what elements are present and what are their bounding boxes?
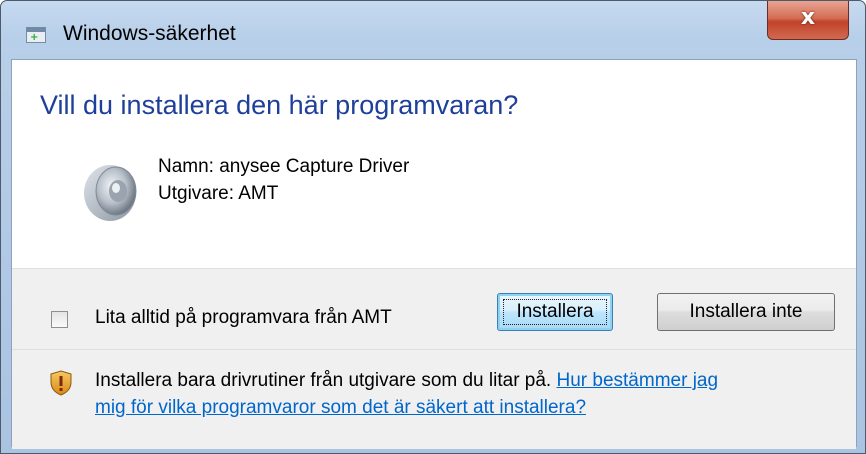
dialog-content: Vill du installera den här programvaran?… (11, 59, 857, 449)
dont-install-button-label: Installera inte (689, 301, 803, 322)
driver-name: Namn: anysee Capture Driver (158, 156, 410, 177)
dialog-footer: Lita alltid på programvara från AMT Inst… (12, 268, 856, 449)
warning-line-1: Installera bara drivrutiner från utgivar… (95, 370, 845, 392)
security-shield-icon (50, 370, 72, 396)
dialog-heading: Vill du installera den här programvaran? (40, 90, 519, 120)
close-button[interactable]: x (767, 1, 849, 40)
warning-text: Installera bara drivrutiner från utgivar… (95, 370, 552, 391)
dont-install-button[interactable]: Installera inte (657, 293, 835, 331)
close-icon: x (800, 5, 816, 30)
help-link-part2[interactable]: mig för vilka programvaror som det är sä… (95, 397, 586, 418)
window-title: Windows-säkerhet (63, 22, 236, 45)
driver-publisher: Utgivare: AMT (158, 183, 279, 204)
install-button[interactable]: Installera (497, 293, 613, 331)
window-app-icon: + (26, 27, 46, 43)
trust-publisher-checkbox[interactable] (51, 311, 68, 328)
help-link-part1[interactable]: Hur bestämmer jag (557, 370, 719, 391)
title-bar[interactable]: + Windows-säkerhet x (1, 1, 865, 57)
speaker-icon (84, 165, 137, 221)
warning-line-2: mig för vilka programvaror som det är sä… (95, 397, 845, 419)
footer-divider (12, 349, 856, 350)
security-dialog: + Windows-säkerhet x Vill du installera … (0, 0, 866, 454)
trust-publisher-label[interactable]: Lita alltid på programvara från AMT (95, 307, 392, 329)
install-button-label: Installera (516, 301, 594, 322)
